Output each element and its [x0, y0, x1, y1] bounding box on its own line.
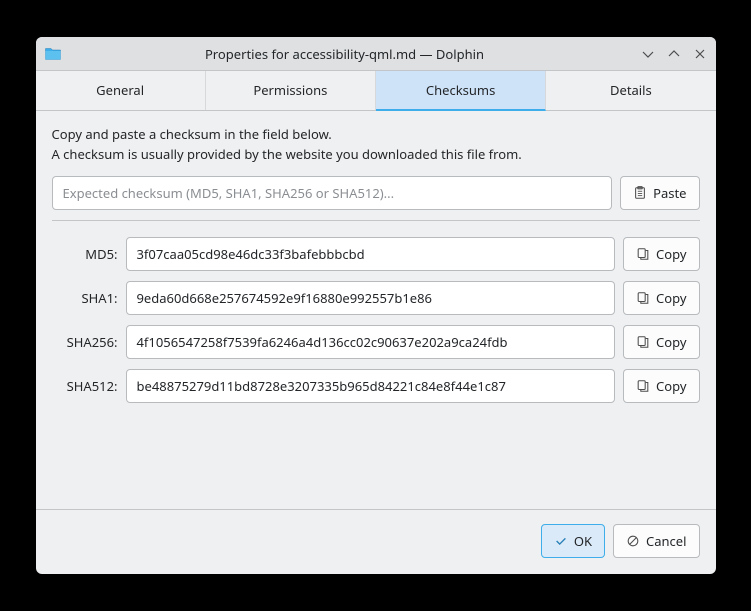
sha256-value[interactable]: 4f1056547258f7539fa6246a4d136cc02c90637e… [126, 325, 616, 359]
md5-copy-button[interactable]: Copy [623, 237, 699, 271]
check-icon [554, 534, 568, 548]
cancel-button[interactable]: Cancel [613, 524, 699, 558]
footer-separator [36, 509, 716, 510]
copy-label: Copy [656, 333, 686, 351]
sha1-copy-button[interactable]: Copy [623, 281, 699, 315]
instructions-line1: Copy and paste a checksum in the field b… [52, 125, 700, 145]
spacer [52, 413, 700, 493]
copy-label: Copy [656, 289, 686, 307]
md5-label: MD5: [52, 245, 118, 263]
tab-permissions[interactable]: Permissions [206, 71, 376, 110]
md5-value[interactable]: 3f07caa05cd98e46dc33f3bafebbbcbd [126, 237, 616, 271]
ok-label: OK [574, 532, 592, 550]
copy-label: Copy [656, 377, 686, 395]
copy-icon [636, 335, 650, 349]
sha1-row: SHA1: 9eda60d668e257674592e9f16880e99255… [52, 281, 700, 315]
sha512-row: SHA512: be48875279d11bd8728e3207335b965d… [52, 369, 700, 403]
copy-label: Copy [656, 245, 686, 263]
sha512-label: SHA512: [52, 377, 118, 395]
expected-checksum-row: Paste [52, 176, 700, 210]
copy-icon [636, 247, 650, 261]
sha512-copy-button[interactable]: Copy [623, 369, 699, 403]
expected-checksum-input[interactable] [52, 176, 613, 210]
tab-bar: General Permissions Checksums Details [36, 71, 716, 111]
tab-general[interactable]: General [36, 71, 206, 110]
instructions: Copy and paste a checksum in the field b… [52, 125, 700, 164]
sha256-label: SHA256: [52, 333, 118, 351]
tab-checksums[interactable]: Checksums [376, 71, 546, 111]
copy-icon [636, 379, 650, 393]
sha256-copy-button[interactable]: Copy [623, 325, 699, 359]
md5-row: MD5: 3f07caa05cd98e46dc33f3bafebbbcbd Co… [52, 237, 700, 271]
cancel-icon [626, 534, 640, 548]
paste-button[interactable]: Paste [620, 176, 699, 210]
close-button[interactable] [692, 46, 708, 62]
copy-icon [636, 291, 650, 305]
sha512-value[interactable]: be48875279d11bd8728e3207335b965d84221c84… [126, 369, 616, 403]
window-controls [640, 46, 708, 62]
titlebar[interactable]: Properties for accessibility-qml.md — Do… [36, 37, 716, 71]
sha1-value[interactable]: 9eda60d668e257674592e9f16880e992557b1e86 [126, 281, 616, 315]
maximize-button[interactable] [666, 46, 682, 62]
paste-label: Paste [653, 184, 686, 202]
instructions-line2: A checksum is usually provided by the we… [52, 145, 700, 165]
clipboard-icon [633, 186, 647, 200]
sha256-row: SHA256: 4f1056547258f7539fa6246a4d136cc0… [52, 325, 700, 359]
tab-content: Copy and paste a checksum in the field b… [36, 111, 716, 509]
properties-dialog: Properties for accessibility-qml.md — Do… [36, 37, 716, 574]
minimize-button[interactable] [640, 46, 656, 62]
window-title: Properties for accessibility-qml.md — Do… [70, 45, 640, 63]
folder-icon [44, 45, 62, 63]
tab-details[interactable]: Details [546, 71, 715, 110]
sha1-label: SHA1: [52, 289, 118, 307]
cancel-label: Cancel [646, 532, 686, 550]
ok-button[interactable]: OK [541, 524, 605, 558]
separator [52, 220, 700, 221]
dialog-buttons: OK Cancel [36, 524, 716, 574]
